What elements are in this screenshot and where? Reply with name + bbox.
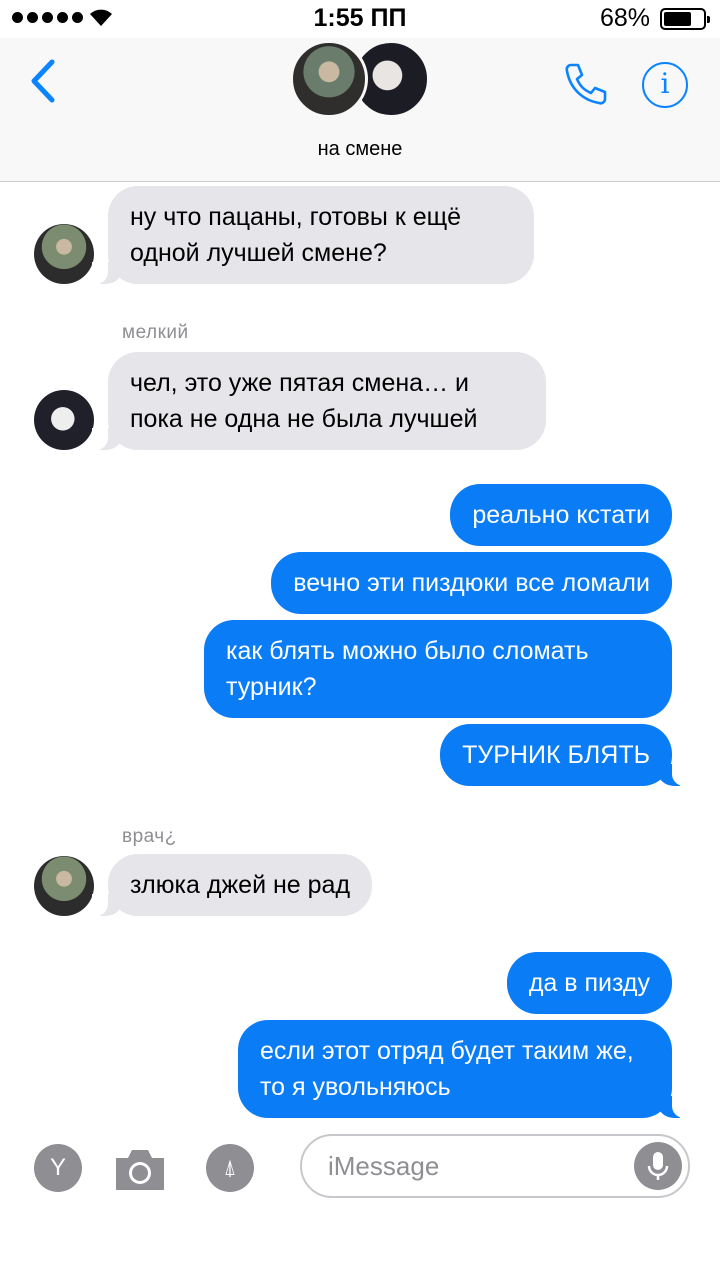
phone-icon[interactable]	[562, 60, 610, 108]
camera-icon[interactable]	[112, 1146, 168, 1192]
message-bubble-outgoing: если этот отряд будет таким же, то я уво…	[238, 1020, 688, 1118]
message-bubble-outgoing: как блять можно было сломать турник?	[204, 620, 672, 718]
app-store-icon[interactable]: ⍋	[206, 1144, 254, 1192]
compose-bar: Y ⍋	[0, 1124, 720, 1224]
message-bubble-incoming: чел, это уже пятая смена… и пока не одна…	[92, 352, 546, 450]
avatar[interactable]	[34, 390, 94, 450]
avatar[interactable]	[34, 224, 94, 284]
message-bubble-outgoing: да в пизду	[506, 952, 672, 1014]
message-bubble-incoming: злюка джей не рад	[91, 854, 373, 916]
group-title[interactable]: на смене	[0, 138, 720, 161]
message-bubble-outgoing: вечно эти пиздюки все ломали	[271, 552, 672, 614]
digital-touch-button[interactable]: Y	[34, 1144, 82, 1192]
message-bubble-outgoing: реально кстати	[450, 484, 672, 546]
info-icon[interactable]: i	[642, 62, 688, 108]
avatar	[290, 40, 368, 118]
sender-name: мелкий	[122, 322, 189, 343]
message-bubble-outgoing: ТУРНИК БЛЯТЬ	[440, 724, 688, 786]
battery-icon	[660, 8, 710, 30]
sender-name: врач¿	[122, 826, 177, 847]
conversation-header: на смене i	[0, 38, 720, 182]
avatar[interactable]	[34, 856, 94, 916]
message-input[interactable]	[328, 1146, 618, 1186]
battery-percent: 68%	[599, 4, 650, 32]
microphone-icon[interactable]	[634, 1142, 682, 1190]
message-input-container[interactable]	[300, 1134, 690, 1198]
group-avatar[interactable]	[290, 38, 430, 118]
status-bar: 1:55 ПП 68%	[0, 0, 720, 38]
message-bubble-incoming: ну что пацаны, готовы к ещё одной лучшей…	[92, 186, 534, 284]
back-chevron-icon[interactable]	[24, 56, 64, 106]
